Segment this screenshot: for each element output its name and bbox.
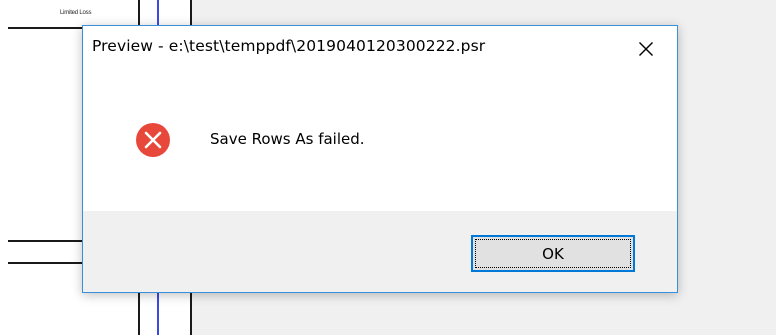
dialog-content: Save Rows As failed. [83, 72, 677, 211]
ok-button[interactable]: OK [471, 235, 635, 272]
dialog-title: Preview - e:\test\temppdf\20190401203002… [92, 37, 486, 55]
close-button[interactable] [629, 34, 663, 64]
report-heading: Limited Loss [60, 10, 92, 16]
dialog-button-bar: OK [83, 211, 677, 292]
ok-button-label: OK [542, 244, 564, 263]
close-icon [639, 42, 653, 56]
error-dialog: Preview - e:\test\temppdf\20190401203002… [82, 25, 678, 293]
error-icon [136, 123, 170, 157]
error-message: Save Rows As failed. [210, 130, 365, 148]
dialog-titlebar[interactable]: Preview - e:\test\temppdf\20190401203002… [83, 26, 677, 72]
